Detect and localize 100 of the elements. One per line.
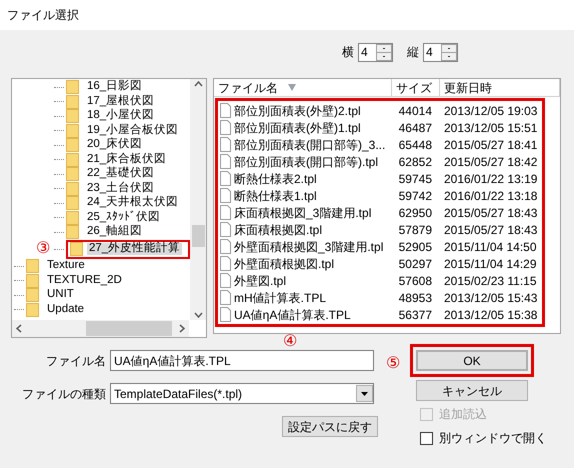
checkbox[interactable] [420,432,433,444]
scroll-left-icon[interactable] [16,324,22,333]
column-header[interactable]: 更新日時 [440,79,560,96]
tree-item[interactable]: 26_軸組図 [85,226,144,238]
sort-down-icon [288,84,296,91]
file-name[interactable]: 床面積根拠図.tpl [234,220,322,238]
tree-item[interactable]: Texture [45,260,87,272]
file-size: 52905 [398,238,432,256]
window-title: ファイル選択 [7,7,79,24]
tree-item[interactable]: 16_日影図 [85,81,144,93]
folder-icon [66,80,79,94]
folder-icon [26,259,39,273]
number-spinner[interactable]: 4 [358,42,393,62]
file-date: 2016/01/22 13:18 [444,188,538,204]
file-icon [220,154,231,169]
tree-item[interactable]: 22_基礎伏図 [85,168,156,180]
folder-icon [66,124,79,138]
file-name[interactable]: 外壁面積根拠図_3階建用.tpl [234,238,384,256]
cancel-button[interactable]: キャンセル [416,380,528,401]
scrollbar-thumb[interactable] [86,321,172,336]
number-spinner[interactable]: 4 [423,42,458,62]
file-icon [220,307,231,322]
file-name[interactable]: 外壁面積根拠図.tpl [234,254,334,272]
tree-item[interactable]: 18_小屋伏図 [85,110,156,122]
horizontal-scrollbar[interactable] [12,320,189,337]
column-header[interactable]: ファイル名 [214,79,392,96]
file-icon [220,222,231,237]
scrollbar-thumb[interactable] [192,225,206,247]
spinner-arrows-icon[interactable] [441,44,457,60]
file-date: 2015/05/27 18:43 [444,222,538,238]
folder-icon [66,138,79,152]
file-icon [220,239,231,254]
file-name[interactable]: UA値ηA値計算表.TPL [234,306,351,324]
file-size: 57608 [398,272,432,290]
tree-item[interactable]: 21_床合板伏図 [85,154,168,166]
tree-item[interactable]: Update [45,304,86,316]
folder-tree[interactable]: 16_日影図 17_屋根伏図 18_小屋伏図 19_小屋合板伏図 20_床伏図 21_床合板伏図 22_基礎伏図 23_土台伏図 24_天井根太伏図 25_ｽﾀｯﾄﾞ伏図 26_軸組図 ③ 27_外皮性能計算 Texture TEXTURE_2D UNIT Update [11,78,207,338]
field-label: ファイルの種類 [21,386,107,402]
file-icon [220,290,231,305]
folder-icon [66,152,79,166]
tree-item[interactable]: TEXTURE_2D [45,274,124,286]
file-list[interactable] [213,78,561,334]
tree-item[interactable]: 23_土台伏図 [85,182,156,194]
scroll-up-icon[interactable] [194,81,203,87]
file-date: 2015/05/27 18:41 [444,136,538,154]
file-name[interactable]: 断熱仕様表2.tpl [234,170,317,188]
folder-icon [66,109,79,123]
folder-icon [66,167,79,181]
file-name[interactable]: 床面積根拠図_3階建用.tpl [234,204,372,222]
tree-item[interactable]: 19_小屋合板伏図 [85,124,180,136]
checkbox-label: 追加読込 [439,406,487,423]
folder-icon [26,274,39,288]
file-date: 2015/11/04 14:50 [444,238,537,256]
reset-path-button[interactable]: 設定パスに戻す [282,416,378,437]
folder-icon [66,94,79,108]
field-label: ファイル名 [45,352,107,370]
file-name[interactable]: mH値計算表.TPL [234,288,326,306]
tree-item[interactable]: UNIT [45,289,76,301]
file-date: 2013/12/05 15:43 [444,290,538,306]
file-size: 57879 [398,222,432,238]
spinner-arrows-icon[interactable] [376,44,392,60]
tree-item[interactable]: 20_床伏図 [85,139,144,151]
tree-item[interactable]: 17_屋根伏図 [85,96,156,108]
scroll-right-icon[interactable] [179,324,185,333]
file-name[interactable]: 部位別面積表(外壁)1.tpl [234,118,361,136]
file-icon [220,171,231,186]
file-icon [220,103,231,118]
annotation-number: ⑤ [386,356,400,372]
file-name-field[interactable]: UA値ηA値計算表.TPL [110,350,374,371]
file-icon [220,273,231,288]
file-name[interactable]: 部位別面積表(外壁)2.tpl [234,102,361,120]
file-type-dropdown[interactable]: TemplateDataFiles(*.tpl) [110,383,374,404]
file-name[interactable]: 部位別面積表(開口部等).tpl [234,152,378,170]
tree-item[interactable]: 25_ｽﾀｯﾄﾞ伏図 [85,212,162,224]
folder-icon [66,182,79,196]
scroll-down-icon[interactable] [194,312,203,318]
spinner-label: 横 [342,44,354,61]
file-date: 2015/11/04 14:29 [444,256,537,272]
folder-icon [66,225,79,239]
file-icon [220,256,231,271]
annotation-number: ④ [283,334,298,350]
file-icon [220,205,231,220]
folder-icon [66,196,79,210]
tree-item[interactable]: 24_天井根太伏図 [85,197,180,209]
file-name[interactable]: 部位別面積表(開口部等)_3... [234,136,386,154]
checkbox-label: 別ウィンドウで開く [439,430,547,447]
tree-item[interactable]: 27_外皮性能計算 [87,243,182,255]
file-name[interactable]: 断熱仕様表1.tpl [234,186,317,204]
file-date: 2015/05/27 18:43 [444,204,538,222]
file-size: 46487 [398,120,432,136]
file-size: 48953 [398,290,432,306]
file-size: 50297 [398,256,432,272]
ok-button[interactable]: OK [416,350,528,371]
file-name[interactable]: 外壁図.tpl [234,272,286,290]
file-icon [220,120,231,135]
file-icon [220,188,231,203]
column-header[interactable]: サイズ [392,79,440,96]
file-icon [220,137,231,152]
vertical-scrollbar[interactable] [190,79,206,320]
file-size: 62852 [398,154,432,170]
